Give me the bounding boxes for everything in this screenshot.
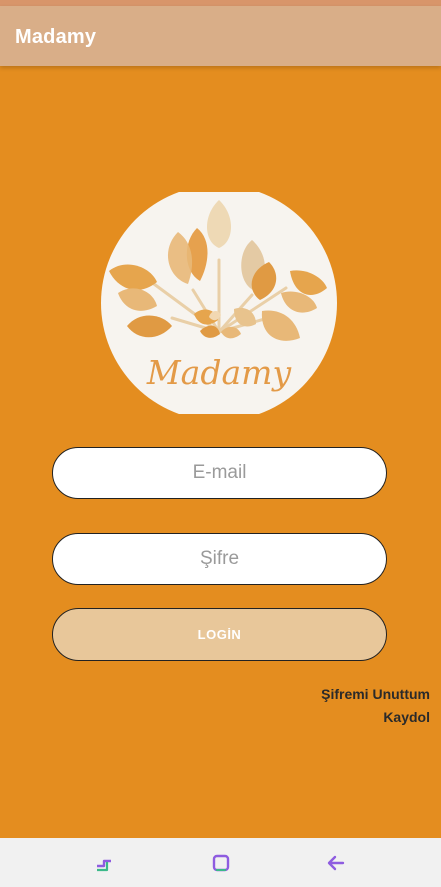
logo-text: Madamy (146, 353, 292, 392)
app-bar: Madamy (0, 6, 441, 66)
register-link[interactable]: Kaydol (383, 709, 430, 725)
app-title: Madamy (15, 26, 97, 48)
recent-apps-icon[interactable] (93, 852, 115, 874)
email-input[interactable]: E-mail (52, 447, 387, 499)
password-input[interactable]: Şifre (52, 533, 387, 585)
navigation-bar (0, 838, 441, 887)
login-button-label: LOGİN (197, 627, 242, 642)
back-icon[interactable] (325, 852, 347, 874)
email-placeholder: E-mail (192, 462, 247, 483)
forgot-password-link[interactable]: Şifremi Unuttum (321, 686, 430, 702)
madamy-logo: Madamy (100, 192, 338, 414)
password-placeholder: Şifre (199, 548, 240, 569)
home-icon[interactable] (210, 852, 232, 874)
login-button[interactable]: LOGİN (52, 608, 387, 661)
